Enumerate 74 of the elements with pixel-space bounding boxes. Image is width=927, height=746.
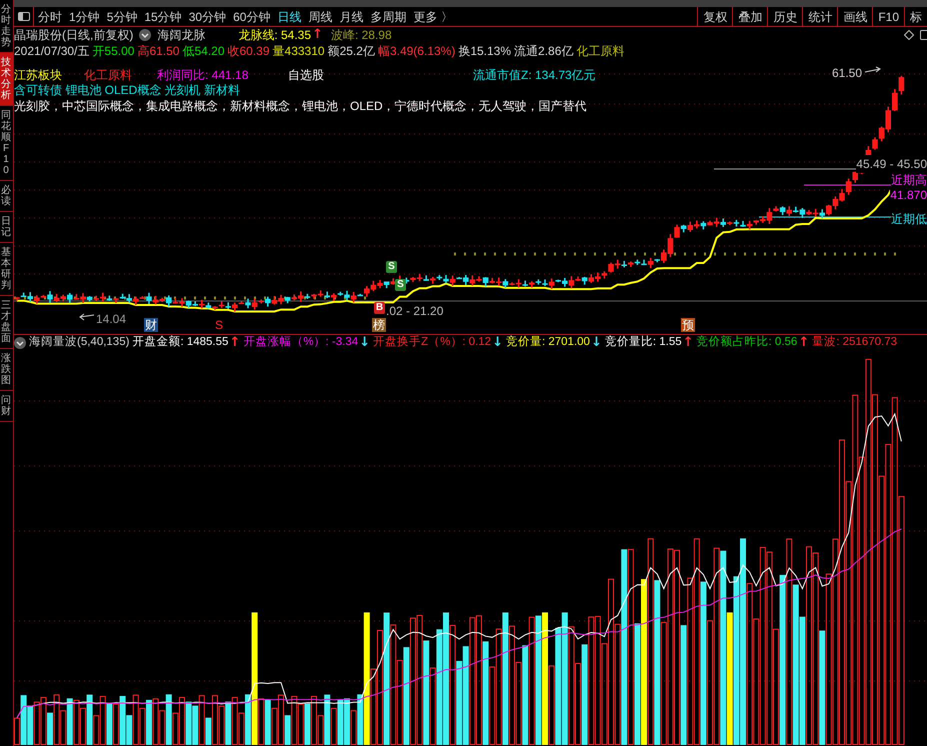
period-tab[interactable]: 更多 〉 (413, 8, 453, 26)
toolbar-button[interactable]: 叠加 (732, 7, 768, 26)
stock-tag: 自选股 (288, 66, 473, 84)
quote-value: 高61.50 (137, 43, 180, 60)
indicator-reading: 开盘涨幅（%）: -3.34 (243, 334, 358, 350)
period-tab[interactable]: 周线 (308, 8, 332, 26)
trend-arrow: ↓ (492, 336, 503, 350)
indicator-reading: 龙脉线: 54.35 (238, 27, 312, 44)
period-tab[interactable]: 多周期 (370, 8, 406, 26)
signal-badge: S (386, 261, 397, 273)
indicator-reading: 波峰: 28.98 (330, 27, 392, 44)
quote-value: 开55.00 (92, 43, 134, 60)
signal-badge: S (395, 279, 406, 291)
dropdown-icon[interactable] (14, 337, 26, 349)
signal-badge: B (374, 302, 385, 314)
recent-low-label: 近期低 (891, 210, 927, 228)
event-marker: 财 (144, 318, 158, 332)
side-tab[interactable]: 技术分析 (0, 53, 13, 106)
indicator-reading: 竞价额占昨比: 0.56 (696, 334, 798, 350)
indicator-name: 海阔量波(5,40,135) (29, 334, 130, 350)
quote-value: 幅3.49(6.13%) (378, 43, 456, 60)
indicator-reading: 量波: 251670.73 (812, 334, 897, 350)
trend-arrow: ↑ (229, 336, 240, 350)
diamond-icon[interactable] (904, 30, 914, 40)
trend-arrow: ↑ (798, 336, 810, 350)
toolbar-button[interactable]: 画线 (837, 7, 872, 26)
indicator-reading: 开盘金额: 1485.55 (132, 334, 228, 350)
window-icon[interactable] (920, 30, 927, 40)
toolbar-button[interactable]: 历史 (767, 7, 802, 26)
period-tab[interactable]: 15分钟 (144, 8, 182, 26)
period-tab[interactable]: 日线 (277, 8, 302, 26)
period-tab[interactable]: 1分钟 (69, 8, 100, 26)
leader-arrow-icon (79, 314, 94, 320)
toolbar-button[interactable]: F10 (872, 7, 904, 26)
period-tab[interactable]: 5分钟 (106, 8, 138, 26)
stock-tag: 流通市值Z: 134.73亿元 (473, 66, 673, 84)
price-label: 61.50 (832, 65, 862, 82)
stock-title: 晶瑞股份(日线,前复权) (14, 27, 134, 44)
period-tab[interactable]: 月线 (339, 8, 364, 26)
toolbar-button[interactable]: 统计 (802, 7, 838, 26)
event-marker: 榜 (372, 318, 386, 332)
event-marker: S (214, 318, 224, 332)
quote-value: 量433310 (272, 43, 325, 60)
indicator-reading: 竞价量: 2701.00 (506, 334, 590, 350)
quote-value: 低54.20 (182, 43, 224, 60)
price-label: 14.04 (96, 311, 126, 328)
quote-value: 化工原料 (576, 43, 624, 60)
indicator-reading: 竞价量比: 1.55 (604, 334, 682, 350)
price-label: .02 - 21.20 (386, 303, 444, 320)
period-tab[interactable]: 分时 (38, 8, 62, 26)
indicator-reading: 开盘换手Z（%）: 0.12 (373, 334, 492, 350)
period-tab[interactable]: 60分钟 (233, 8, 270, 26)
quote-value: 流通2.86亿 (514, 43, 574, 60)
price-label: 45.49 - 45.50 (856, 155, 927, 173)
toolbar-button[interactable]: 标 (904, 7, 927, 26)
period-tab[interactable]: 30分钟 (188, 8, 226, 26)
quote-value: 2021/07/30/五 (14, 43, 90, 60)
trend-arrow: ↓ (590, 336, 602, 350)
quote-value: 换15.13% (458, 43, 512, 60)
stock-tag: 利润同比: 441.18 (157, 66, 288, 84)
stock-tag: 江苏板块 (14, 66, 84, 84)
trend-arrow: ↑ (682, 336, 694, 350)
theme-list: 光刻胶，中芯国际概念，集成电路概念，新材料概念，锂电池，OLED，宁德时代概念，无人驾驶，国产替代 (14, 97, 587, 115)
dropdown-icon[interactable] (139, 29, 152, 41)
quote-value: 收60.39 (228, 43, 270, 60)
toolbar-button[interactable]: 复权 (697, 7, 732, 26)
concept-tags: 含可转债 锂电池 OLED概念 光刻机 新材料 (14, 81, 240, 99)
trend-arrow: ↑ (312, 28, 323, 42)
stock-tag: 化工原料 (84, 66, 157, 84)
event-marker: 预 (681, 318, 695, 332)
quote-value: 额25.2亿 (328, 43, 375, 60)
indicator-name: 海阔龙脉 (157, 27, 206, 44)
leader-arrow-icon (864, 66, 881, 72)
trend-arrow: ↓ (359, 336, 370, 350)
